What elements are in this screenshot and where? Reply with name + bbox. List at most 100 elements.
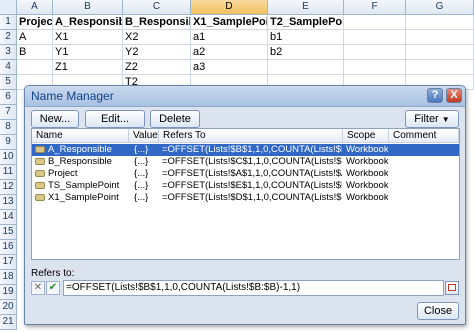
name-icon [35,182,45,189]
cell-f1[interactable] [344,15,406,30]
column-header-name[interactable]: Name [32,129,129,143]
row-name: X1_SamplePoint [48,192,119,203]
cell-a2[interactable]: A [17,30,53,45]
row-scope: Workbook [346,156,388,167]
name-row[interactable]: TS_SamplePoint {...} =OFFSET(Lists!$E$1,… [32,180,459,192]
row-header-21[interactable]: 21 [0,315,17,330]
row-name: A_Responsible [48,144,112,155]
row-header-8[interactable]: 8 [0,120,17,135]
cancel-edit-icon[interactable]: ✕ [31,281,45,295]
cell-e2[interactable]: b1 [268,30,344,45]
column-header-e[interactable]: E [268,0,344,15]
cell-b2[interactable]: X1 [53,30,123,45]
row-name: B_Responsible [48,156,112,167]
dialog-titlebar[interactable]: Name Manager ? X [25,86,465,107]
cell-b3[interactable]: Y1 [53,45,123,60]
row-name: Project [48,168,78,179]
column-header-c[interactable]: C [123,0,191,15]
row-header-11[interactable]: 11 [0,165,17,180]
cell-d1[interactable]: X1_SamplePoint [191,15,268,30]
column-header-value[interactable]: Value [129,129,159,143]
row-value: {...} [134,168,149,179]
filter-label: Filter [414,113,439,125]
column-header-d[interactable]: D [191,0,268,15]
name-row[interactable]: B_Responsible {...} =OFFSET(Lists!$C$1,1… [32,156,459,168]
column-header-b[interactable]: B [53,0,123,15]
delete-button[interactable]: Delete [150,110,200,128]
cell-d4[interactable]: a3 [191,60,268,75]
cell-f3[interactable] [344,45,406,60]
dialog-title: Name Manager [31,89,114,103]
row-header-10[interactable]: 10 [0,150,17,165]
row-header-1[interactable]: 1 [0,15,17,30]
row-scope: Workbook [346,144,388,155]
names-list[interactable]: Name Value Refers To Scope Comment A_Res… [31,128,460,260]
row-header-16[interactable]: 16 [0,240,17,255]
row-scope: Workbook [346,192,388,203]
name-row[interactable]: Project {...} =OFFSET(Lists!$A$1,1,0,COU… [32,168,459,180]
collapse-dialog-icon[interactable] [445,281,459,295]
cell-a1[interactable]: Project [17,15,53,30]
name-row[interactable]: A_Responsible {...} =OFFSET(Lists!$B$1,1… [32,144,459,156]
cell-b1[interactable]: A_Responsible [53,15,123,30]
row-value: {...} [134,192,149,203]
row-header-9[interactable]: 9 [0,135,17,150]
column-header-refers-to[interactable]: Refers To [159,129,343,143]
name-icon [35,194,45,201]
column-header-f[interactable]: F [344,0,406,15]
row-header-7[interactable]: 7 [0,105,17,120]
confirm-edit-icon[interactable]: ✔ [46,281,60,295]
cell-g4[interactable] [406,60,474,75]
row-refers-to: =OFFSET(Lists!$A$1,1,0,COUNTA(Lists!$A:$… [162,168,342,179]
cell-a3[interactable]: B [17,45,53,60]
cell-e1[interactable]: T2_SamplePoint [268,15,344,30]
select-all-corner[interactable] [0,0,17,15]
row-refers-to: =OFFSET(Lists!$D$1,1,0,COUNTA(Lists!$D:$… [162,192,342,203]
column-header-a[interactable]: A [17,0,53,15]
cell-d3[interactable]: a2 [191,45,268,60]
row-header-2[interactable]: 2 [0,30,17,45]
column-header-scope[interactable]: Scope [343,129,389,143]
cell-g1[interactable] [406,15,474,30]
close-button[interactable]: Close [417,302,459,320]
cell-f2[interactable] [344,30,406,45]
cell-g3[interactable] [406,45,474,60]
cell-a4[interactable] [17,60,53,75]
cell-g2[interactable] [406,30,474,45]
edit-button[interactable]: Edit... [85,110,145,128]
row-header-12[interactable]: 12 [0,180,17,195]
cell-d2[interactable]: a1 [191,30,268,45]
cell-c2[interactable]: X2 [123,30,191,45]
row-header-15[interactable]: 15 [0,225,17,240]
cell-c3[interactable]: Y2 [123,45,191,60]
row-header-20[interactable]: 20 [0,300,17,315]
cell-b4[interactable]: Z1 [53,60,123,75]
refers-to-field[interactable]: =OFFSET(Lists!$B$1,1,0,COUNTA(Lists!$B:$… [63,280,444,296]
column-header-g[interactable]: G [406,0,474,15]
row-scope: Workbook [346,168,388,179]
row-header-18[interactable]: 18 [0,270,17,285]
name-row[interactable]: X1_SamplePoint {...} =OFFSET(Lists!$D$1,… [32,192,459,204]
new-button[interactable]: New... [31,110,79,128]
column-header-comment[interactable]: Comment [389,129,459,143]
help-button[interactable]: ? [427,88,443,103]
cell-c4[interactable]: Z2 [123,60,191,75]
cell-f4[interactable] [344,60,406,75]
row-value: {...} [134,144,149,155]
row-header-13[interactable]: 13 [0,195,17,210]
row-header-14[interactable]: 14 [0,210,17,225]
filter-button[interactable]: Filter ▼ [405,110,459,128]
cell-e3[interactable]: b2 [268,45,344,60]
row-header-5[interactable]: 5 [0,75,17,90]
row-header-19[interactable]: 19 [0,285,17,300]
row-header-6[interactable]: 6 [0,90,17,105]
row-header-17[interactable]: 17 [0,255,17,270]
row-refers-to: =OFFSET(Lists!$C$1,1,0,COUNTA(Lists!$C:$… [162,156,342,167]
row-header-3[interactable]: 3 [0,45,17,60]
row-header-4[interactable]: 4 [0,60,17,75]
cell-e4[interactable] [268,60,344,75]
close-window-button[interactable]: X [446,88,462,103]
row-value: {...} [134,180,149,191]
cell-c1[interactable]: B_Responsible [123,15,191,30]
row-refers-to: =OFFSET(Lists!$B$1,1,0,COUNTA(Lists!$B:$… [162,144,342,155]
